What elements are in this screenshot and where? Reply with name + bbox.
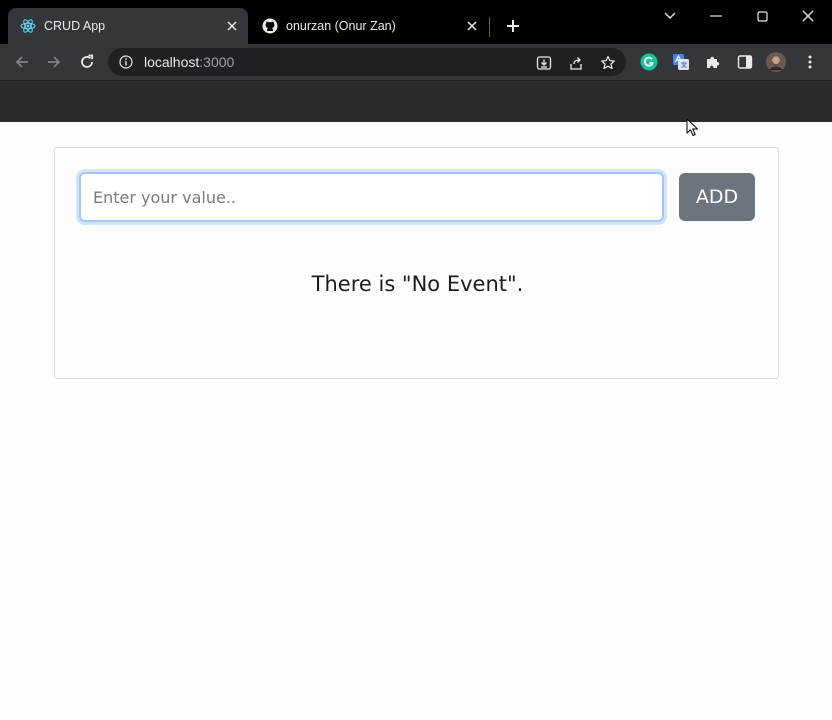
tab-strip: CRUD App onurzan (Onur Zan)	[0, 0, 832, 44]
forward-arrow-icon[interactable]	[41, 49, 67, 75]
tab-title: onurzan (Onur Zan)	[286, 19, 396, 33]
address-bar[interactable]: localhost:3000	[108, 48, 626, 76]
translate-icon[interactable]	[671, 52, 691, 72]
maximize-icon[interactable]	[739, 0, 785, 32]
side-panel-icon[interactable]	[735, 52, 755, 72]
github-icon	[262, 18, 278, 34]
url-port: :3000	[199, 54, 235, 70]
tab-separator	[489, 17, 490, 37]
react-icon	[20, 18, 36, 34]
app-header-band	[0, 80, 832, 122]
page-content: ADD There is "No Event".	[0, 122, 832, 720]
share-icon[interactable]	[567, 54, 585, 72]
site-info-icon[interactable]	[118, 54, 134, 70]
close-tab-icon[interactable]	[462, 16, 482, 36]
back-arrow-icon[interactable]	[9, 49, 35, 75]
mouse-cursor-icon	[686, 118, 698, 136]
url-text: localhost:3000	[144, 54, 234, 70]
value-input[interactable]	[79, 172, 664, 222]
add-button[interactable]: ADD	[679, 173, 755, 221]
profile-avatar[interactable]	[766, 52, 786, 72]
close-tab-icon[interactable]	[222, 16, 242, 36]
tab-github[interactable]: onurzan (Onur Zan)	[250, 8, 488, 44]
grammarly-icon[interactable]	[639, 52, 659, 72]
empty-state-message: There is "No Event".	[311, 272, 524, 296]
install-app-icon[interactable]	[535, 54, 553, 72]
close-window-icon[interactable]	[785, 0, 831, 32]
new-tab-plus-icon[interactable]	[502, 15, 524, 37]
tab-search-chevron-icon[interactable]	[647, 0, 693, 32]
tab-crud-app[interactable]: CRUD App	[8, 8, 248, 44]
url-host: localhost	[144, 54, 200, 70]
chrome-menu-icon[interactable]	[800, 52, 820, 72]
bookmark-star-icon[interactable]	[599, 54, 617, 72]
minimize-icon[interactable]	[693, 0, 739, 32]
tab-title: CRUD App	[44, 19, 106, 33]
reload-icon[interactable]	[74, 49, 100, 75]
extensions-puzzle-icon[interactable]	[703, 52, 723, 72]
crud-card: ADD There is "No Event".	[54, 147, 779, 379]
browser-toolbar: localhost:3000	[0, 44, 832, 80]
